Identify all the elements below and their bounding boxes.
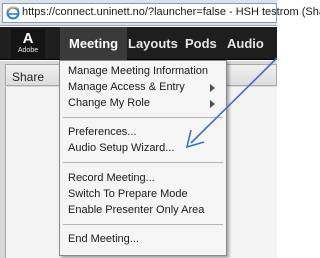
adobe-logo-text: Adobe	[17, 47, 39, 54]
share-pod-title: Share	[12, 70, 45, 84]
menu-separator	[63, 117, 223, 118]
menu-item-manage-access-entry[interactable]: Manage Access & Entry	[66, 80, 226, 95]
menu-item-change-my-role[interactable]: Change My Role	[66, 96, 226, 111]
adobe-logo: A Adobe	[11, 29, 45, 58]
menu-separator	[63, 162, 223, 163]
menu-item-record-meeting[interactable]: Record Meeting...	[66, 171, 226, 186]
submenu-arrow-icon	[210, 84, 215, 92]
menu-pods[interactable]: Pods	[185, 36, 217, 51]
menu-item-audio-setup-wizard[interactable]: Audio Setup Wizard...	[66, 141, 226, 156]
application-menu-bar: A Adobe Meeting Layouts Pods Audio	[0, 27, 277, 60]
menu-item-switch-to-prepare-mode[interactable]: Switch To Prepare Mode	[66, 187, 226, 202]
menu-audio[interactable]: Audio	[227, 36, 264, 51]
menu-layouts[interactable]: Layouts	[128, 36, 178, 51]
menu-item-preferences[interactable]: Preferences...	[66, 125, 226, 140]
submenu-arrow-icon	[210, 100, 215, 108]
meeting-dropdown-menu: Manage Meeting Information Manage Access…	[59, 60, 227, 256]
menu-item-end-meeting[interactable]: End Meeting...	[66, 232, 226, 247]
menu-meeting[interactable]: Meeting	[60, 27, 128, 60]
menu-item-manage-meeting-information[interactable]: Manage Meeting Information	[66, 64, 226, 79]
menu-item-enable-presenter-only-area[interactable]: Enable Presenter Only Area	[66, 203, 226, 218]
internet-explorer-icon	[6, 6, 20, 20]
menu-separator	[63, 224, 223, 225]
url-text: https://connect.uninett.no/?launcher=fal…	[22, 6, 320, 18]
browser-address-bar: https://connect.uninett.no/?launcher=fal…	[0, 0, 320, 26]
url-field[interactable]: https://connect.uninett.no/?launcher=fal…	[2, 3, 320, 23]
adobe-logo-letter: A	[22, 30, 34, 47]
